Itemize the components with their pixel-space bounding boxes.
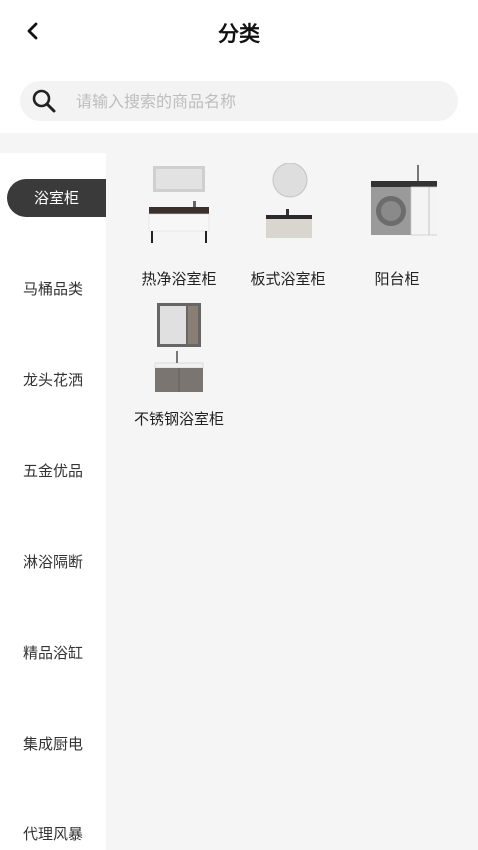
stainless-cabinet-image <box>154 303 204 392</box>
search-bar[interactable] <box>20 81 458 121</box>
sidebar-item-hardware[interactable]: 五金优品 <box>0 452 106 490</box>
sidebar-item-toilets[interactable]: 马桶品类 <box>0 270 106 308</box>
sidebar-item-label: 淋浴隔断 <box>22 553 83 571</box>
sidebar-item-bathroom-cabinet[interactable]: 浴室柜 <box>7 179 106 217</box>
section-divider <box>0 133 478 153</box>
sidebar-item-label: 五金优品 <box>22 462 83 480</box>
sidebar-item-label: 精品浴缸 <box>22 644 83 662</box>
product-card[interactable]: 热净浴室柜 <box>124 163 234 293</box>
sidebar-item-label: 马桶品类 <box>22 280 83 298</box>
sidebar-item-label: 浴室柜 <box>33 189 79 207</box>
sidebar-item-label: 集成厨电 <box>22 735 83 753</box>
product-label: 阳台柜 <box>374 270 420 288</box>
product-grid: 热净浴室柜 板式浴室柜 阳台柜 不锈钢浴室柜 <box>106 153 478 850</box>
balcony-cabinet-image <box>371 165 437 236</box>
product-card[interactable]: 板式浴室柜 <box>233 163 343 293</box>
sidebar-item-label: 龙头花洒 <box>22 371 83 389</box>
sidebar-item-shower-partitions[interactable]: 淋浴隔断 <box>0 543 106 581</box>
product-card[interactable]: 不锈钢浴室柜 <box>124 303 234 433</box>
search-icon <box>32 89 56 113</box>
product-label: 不锈钢浴室柜 <box>133 410 224 428</box>
category-sidebar: 浴室柜 马桶品类 龙头花洒 五金优品 淋浴隔断 精品浴缸 集成厨电 代理风暴 <box>0 153 106 850</box>
sidebar-item-agent-storm[interactable]: 代理风暴 <box>0 815 106 850</box>
page-title: 分类 <box>218 22 260 46</box>
sidebar-item-kitchen-appliances[interactable]: 集成厨电 <box>0 725 106 763</box>
bathroom-cabinet-image <box>148 166 210 243</box>
top-bar: 分类 <box>0 0 478 64</box>
panel-cabinet-image <box>266 163 312 238</box>
search-input[interactable] <box>76 81 446 121</box>
product-card[interactable]: 阳台柜 <box>342 163 452 293</box>
sidebar-item-bathtubs[interactable]: 精品浴缸 <box>0 634 106 672</box>
sidebar-item-faucets-showers[interactable]: 龙头花洒 <box>0 361 106 399</box>
sidebar-item-label: 代理风暴 <box>22 825 83 843</box>
